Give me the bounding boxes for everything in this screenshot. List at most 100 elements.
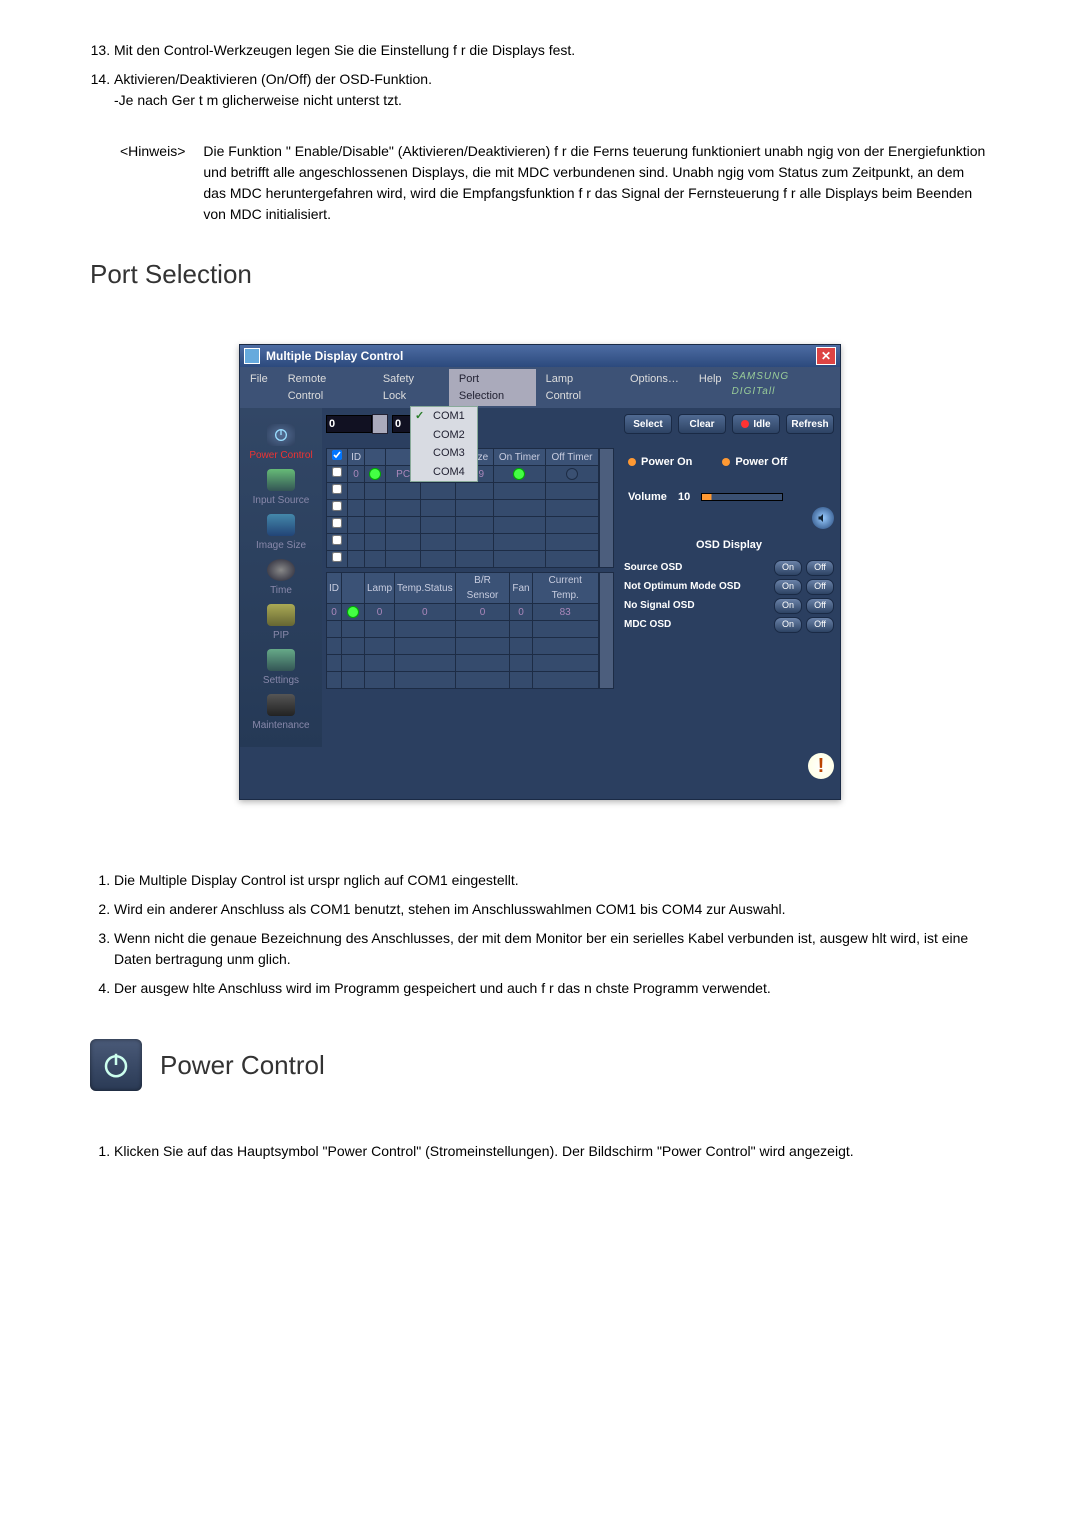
select-all-checkbox[interactable] [332, 450, 342, 460]
menu-lamp-control[interactable]: Lamp Control [536, 369, 620, 406]
port-selection-dropdown: COM1 COM2 COM3 COM4 [410, 406, 478, 482]
power-off-button[interactable]: Power Off [722, 454, 787, 471]
table-header-row: ID Lamp Temp.Status B/R Sensor Fan Curre… [327, 573, 599, 604]
osd-label: No Signal OSD [624, 598, 770, 613]
note-block: <Hinweis> Die Funktion " Enable/Disable"… [120, 141, 990, 225]
time-icon[interactable] [267, 559, 295, 581]
menu-safety-lock[interactable]: Safety Lock [373, 369, 449, 406]
table-row[interactable] [327, 638, 599, 655]
maintenance-icon[interactable] [267, 694, 295, 716]
osd-on-button[interactable]: On [774, 598, 802, 614]
close-button[interactable]: ✕ [816, 347, 836, 365]
th-off-timer: Off Timer [546, 449, 599, 466]
status-led-icon [369, 468, 381, 480]
lower-item-2: Wird ein anderer Anschluss als COM1 benu… [114, 899, 990, 920]
port-option-com2[interactable]: COM2 [411, 426, 477, 445]
port-option-com1[interactable]: COM1 [411, 407, 477, 426]
port-option-com3[interactable]: COM3 [411, 444, 477, 463]
th2-temp-status: Temp.Status [395, 573, 456, 604]
doc-item-14: Aktivieren/Deaktivieren (On/Off) der OSD… [114, 69, 990, 111]
sidebar-settings[interactable]: Settings [240, 673, 322, 688]
scrollbar[interactable] [599, 572, 614, 689]
power-item-1: Klicken Sie auf das Hauptsymbol "Power C… [114, 1141, 990, 1162]
mdc-window: Multiple Display Control ✕ File Remote C… [239, 344, 841, 800]
brand-label: SAMSUNG DIGITall [732, 369, 834, 406]
menu-remote-control[interactable]: Remote Control [278, 369, 373, 406]
pip-icon[interactable] [267, 604, 295, 626]
off-timer-led-icon [566, 468, 578, 480]
sidebar-image-size[interactable]: Image Size [240, 538, 322, 553]
sidebar-maintenance[interactable]: Maintenance [240, 718, 322, 733]
osd-on-button[interactable]: On [774, 617, 802, 633]
osd-row-no-signal: No Signal OSD On Off [624, 598, 834, 614]
power-on-button[interactable]: Power On [628, 454, 692, 471]
osd-off-button[interactable]: Off [806, 579, 834, 595]
lower-item-1: Die Multiple Display Control ist urspr n… [114, 870, 990, 891]
volume-slider[interactable] [701, 493, 783, 501]
table-row[interactable] [327, 483, 599, 500]
th-id: ID [348, 449, 365, 466]
osd-label: Source OSD [624, 560, 770, 575]
menu-port-selection[interactable]: Port Selection [449, 369, 536, 406]
id-from-dropdown[interactable] [372, 414, 388, 434]
table-row[interactable]: 0 0 0 0 0 83 [327, 604, 599, 621]
table-row[interactable] [327, 551, 599, 568]
row-checkbox[interactable] [332, 552, 342, 562]
table-row[interactable] [327, 517, 599, 534]
menu-help[interactable]: Help [689, 369, 732, 406]
table-row[interactable] [327, 500, 599, 517]
osd-off-button[interactable]: Off [806, 617, 834, 633]
power-control-heading-icon [90, 1039, 142, 1091]
th2-lamp: Lamp [365, 573, 395, 604]
row-checkbox[interactable] [332, 518, 342, 528]
refresh-button[interactable]: Refresh [786, 414, 834, 434]
table-row[interactable] [327, 655, 599, 672]
id-from-input[interactable] [326, 415, 372, 433]
menu-file[interactable]: File [240, 369, 278, 406]
osd-off-button[interactable]: Off [806, 598, 834, 614]
table-row[interactable] [327, 672, 599, 689]
doc-item-13: Mit den Control-Werkzeugen legen Sie die… [114, 40, 990, 61]
th2-current-temp: Current Temp. [532, 573, 598, 604]
status-led-icon [347, 606, 359, 618]
osd-title: OSD Display [624, 537, 834, 554]
osd-row-mdc: MDC OSD On Off [624, 617, 834, 633]
table-row[interactable] [327, 534, 599, 551]
lower-item-4: Der ausgew hlte Anschluss wird im Progra… [114, 978, 990, 999]
sidebar-power-control[interactable]: Power Control [240, 448, 322, 463]
osd-label: MDC OSD [624, 617, 770, 632]
osd-on-button[interactable]: On [774, 560, 802, 576]
note-label: <Hinweis> [120, 141, 185, 225]
sidebar-pip[interactable]: PIP [240, 628, 322, 643]
osd-off-button[interactable]: Off [806, 560, 834, 576]
row-checkbox[interactable] [332, 467, 342, 477]
row-checkbox[interactable] [332, 484, 342, 494]
cell-id: 0 [348, 466, 365, 483]
status-table: ID Lamp Temp.Status B/R Sensor Fan Curre… [326, 572, 599, 689]
osd-row-source: Source OSD On Off [624, 560, 834, 576]
clear-button[interactable]: Clear [678, 414, 726, 434]
row-checkbox[interactable] [332, 535, 342, 545]
idle-button[interactable]: Idle [732, 414, 780, 434]
table-row[interactable] [327, 621, 599, 638]
power-control-icon[interactable] [267, 424, 295, 446]
osd-row-not-optimum: Not Optimum Mode OSD On Off [624, 579, 834, 595]
select-button[interactable]: Select [624, 414, 672, 434]
sidebar-input-source[interactable]: Input Source [240, 493, 322, 508]
osd-on-button[interactable]: On [774, 579, 802, 595]
port-option-com4[interactable]: COM4 [411, 463, 477, 482]
cell2-ctemp: 83 [532, 604, 598, 621]
menu-options[interactable]: Options… [620, 369, 689, 406]
close-icon: ✕ [821, 350, 831, 362]
sidebar-time[interactable]: Time [240, 583, 322, 598]
speaker-icon[interactable] [812, 507, 834, 529]
cell2-fan: 0 [510, 604, 532, 621]
input-source-icon[interactable] [267, 469, 295, 491]
image-size-icon[interactable] [267, 514, 295, 536]
volume-label: Volume [628, 491, 667, 503]
settings-icon[interactable] [267, 649, 295, 671]
row-checkbox[interactable] [332, 501, 342, 511]
note-body: Die Funktion " Enable/Disable" (Aktivier… [203, 141, 990, 225]
th2-id: ID [327, 573, 342, 604]
scrollbar[interactable] [599, 448, 614, 568]
